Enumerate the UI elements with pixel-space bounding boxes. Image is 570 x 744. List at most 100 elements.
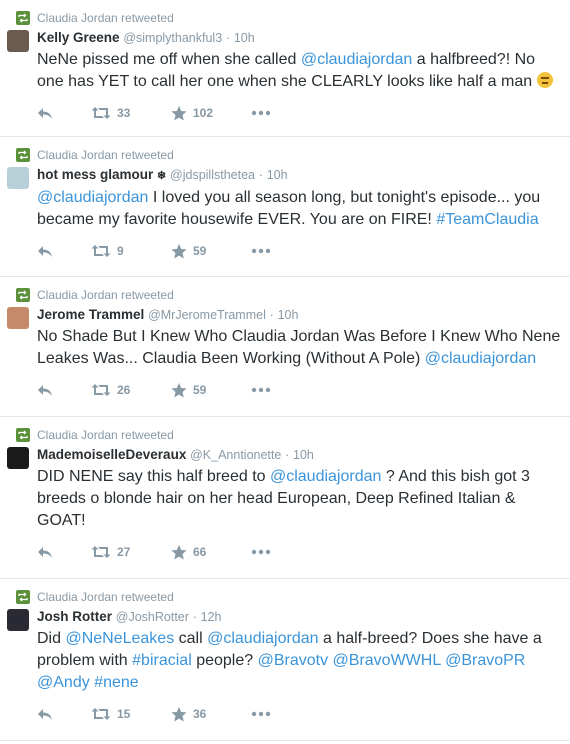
favorite-count: 59 xyxy=(193,383,207,397)
retweet-button[interactable]: 26 xyxy=(91,383,171,397)
mention-link[interactable]: @claudiajordan xyxy=(270,468,381,485)
retweet-count: 33 xyxy=(117,106,131,120)
text-segment: people? xyxy=(191,652,258,669)
text-segment: NeNe pissed me off when she called xyxy=(37,51,301,68)
retweet-context-label: Claudia Jordan retweeted xyxy=(37,11,174,25)
user-fullname[interactable]: hot mess glamour xyxy=(37,167,153,182)
more-dots-icon xyxy=(251,110,271,116)
retweet-button[interactable]: 9 xyxy=(91,244,171,258)
favorite-button[interactable]: 66 xyxy=(171,544,251,560)
tweet-header: MademoiselleDeveraux @K_Anntionette · 10… xyxy=(37,446,562,464)
retweet-icon xyxy=(91,107,111,119)
tweet-timestamp[interactable]: 10h xyxy=(234,31,255,45)
separator-dot: · xyxy=(258,168,263,182)
favorite-button[interactable]: 102 xyxy=(171,105,251,121)
more-button[interactable] xyxy=(251,387,271,393)
hashtag-link[interactable]: #nene xyxy=(94,674,139,691)
separator-dot: · xyxy=(225,31,231,45)
mention-link[interactable]: @BravoWWHL xyxy=(333,652,441,669)
timeline: Claudia Jordan retweeted Kelly Greene @s… xyxy=(0,0,570,741)
reply-button[interactable] xyxy=(37,545,91,559)
retweet-context: Claudia Jordan retweeted xyxy=(16,10,570,26)
hashtag-link[interactable]: #TeamClaudia xyxy=(436,211,538,228)
retweet-context-label: Claudia Jordan retweeted xyxy=(37,288,174,302)
avatar[interactable] xyxy=(7,167,29,189)
favorite-button[interactable]: 36 xyxy=(171,706,251,722)
separator-dot: · xyxy=(269,308,274,322)
more-button[interactable] xyxy=(251,711,271,717)
avatar[interactable] xyxy=(7,447,29,469)
mention-link[interactable]: @claudiajordan xyxy=(37,189,148,206)
text-segment: call xyxy=(174,630,208,647)
reply-icon xyxy=(38,385,52,396)
more-dots-icon xyxy=(251,387,271,393)
user-handle[interactable]: @jdspillsthetea xyxy=(170,168,255,182)
favorite-button[interactable]: 59 xyxy=(171,382,251,398)
mention-link[interactable]: @NeNeLeakes xyxy=(65,630,174,647)
retweet-icon xyxy=(91,546,111,558)
reply-button[interactable] xyxy=(37,244,91,258)
snowflake-emoji-icon: ❄ xyxy=(157,170,167,182)
user-fullname[interactable]: Jerome Trammel xyxy=(37,307,144,322)
hashtag-link[interactable]: #biracial xyxy=(132,652,192,669)
reply-button[interactable] xyxy=(37,707,91,721)
retweet-count: 27 xyxy=(117,545,131,559)
reply-button[interactable] xyxy=(37,106,91,120)
retweet-icon xyxy=(91,708,111,720)
user-fullname[interactable]: MademoiselleDeveraux xyxy=(37,447,186,462)
reply-icon xyxy=(38,108,52,119)
user-handle[interactable]: @MrJeromeTrammel xyxy=(148,308,266,322)
retweet-context-icon xyxy=(16,148,30,162)
retweet-context-label: Claudia Jordan retweeted xyxy=(37,148,174,162)
retweet-context: Claudia Jordan retweeted xyxy=(16,287,570,303)
tweet-text: @claudiajordan I loved you all season lo… xyxy=(37,187,562,231)
tweet[interactable]: Claudia Jordan retweeted Josh Rotter @Jo… xyxy=(0,579,570,741)
mention-link[interactable]: @BravoPR xyxy=(445,652,525,669)
retweet-button[interactable]: 33 xyxy=(91,106,171,120)
tweet-timestamp[interactable]: 10h xyxy=(293,448,314,462)
avatar[interactable] xyxy=(7,30,29,52)
user-handle[interactable]: @JoshRotter xyxy=(116,610,189,624)
more-button[interactable] xyxy=(251,110,271,116)
user-fullname[interactable]: Josh Rotter xyxy=(37,609,112,624)
retweet-context-icon xyxy=(16,590,30,604)
reply-button[interactable] xyxy=(37,383,91,397)
more-dots-icon xyxy=(251,711,271,717)
user-fullname[interactable]: Kelly Greene xyxy=(37,30,120,45)
user-handle[interactable]: @simplythankful3 xyxy=(123,31,222,45)
mention-link[interactable]: @claudiajordan xyxy=(301,51,412,68)
favorite-count: 36 xyxy=(193,707,207,721)
tweet-timestamp[interactable]: 10h xyxy=(267,168,288,182)
user-handle[interactable]: @K_Anntionette xyxy=(190,448,281,462)
tweet-text: No Shade But I Knew Who Claudia Jordan W… xyxy=(37,326,562,370)
more-button[interactable] xyxy=(251,549,271,555)
star-icon xyxy=(171,706,187,721)
more-button[interactable] xyxy=(251,248,271,254)
retweet-button[interactable]: 27 xyxy=(91,545,171,559)
star-icon xyxy=(171,382,187,397)
retweet-button[interactable]: 15 xyxy=(91,707,171,721)
mention-link[interactable]: @Bravotv xyxy=(258,652,328,669)
favorite-button[interactable]: 59 xyxy=(171,243,251,259)
retweet-context-label: Claudia Jordan retweeted xyxy=(37,590,174,604)
tweet-text: Did @NeNeLeakes call @claudiajordan a ha… xyxy=(37,628,562,694)
tweet[interactable]: Claudia Jordan retweeted MademoiselleDev… xyxy=(0,417,570,579)
tweet[interactable]: Claudia Jordan retweeted Jerome Trammel … xyxy=(0,277,570,417)
avatar[interactable] xyxy=(7,307,29,329)
unamused-emoji-icon xyxy=(536,72,553,88)
tweet-timestamp[interactable]: 10h xyxy=(278,308,299,322)
tweet-text: NeNe pissed me off when she called @clau… xyxy=(37,49,562,93)
mention-link[interactable]: @claudiajordan xyxy=(425,350,536,367)
more-dots-icon xyxy=(251,549,271,555)
avatar[interactable] xyxy=(7,609,29,631)
tweet-actions: 33 102 xyxy=(37,97,562,129)
retweet-context-icon xyxy=(16,11,30,25)
tweet-header: Jerome Trammel @MrJeromeTrammel · 10h xyxy=(37,306,562,324)
retweet-context: Claudia Jordan retweeted xyxy=(16,147,570,163)
tweet[interactable]: Claudia Jordan retweeted hot mess glamou… xyxy=(0,137,570,277)
tweet-timestamp[interactable]: 12h xyxy=(201,610,222,624)
tweet[interactable]: Claudia Jordan retweeted Kelly Greene @s… xyxy=(0,0,570,137)
text-segment: Did xyxy=(37,630,66,647)
mention-link[interactable]: @claudiajordan xyxy=(207,630,318,647)
mention-link[interactable]: @Andy xyxy=(37,674,90,691)
